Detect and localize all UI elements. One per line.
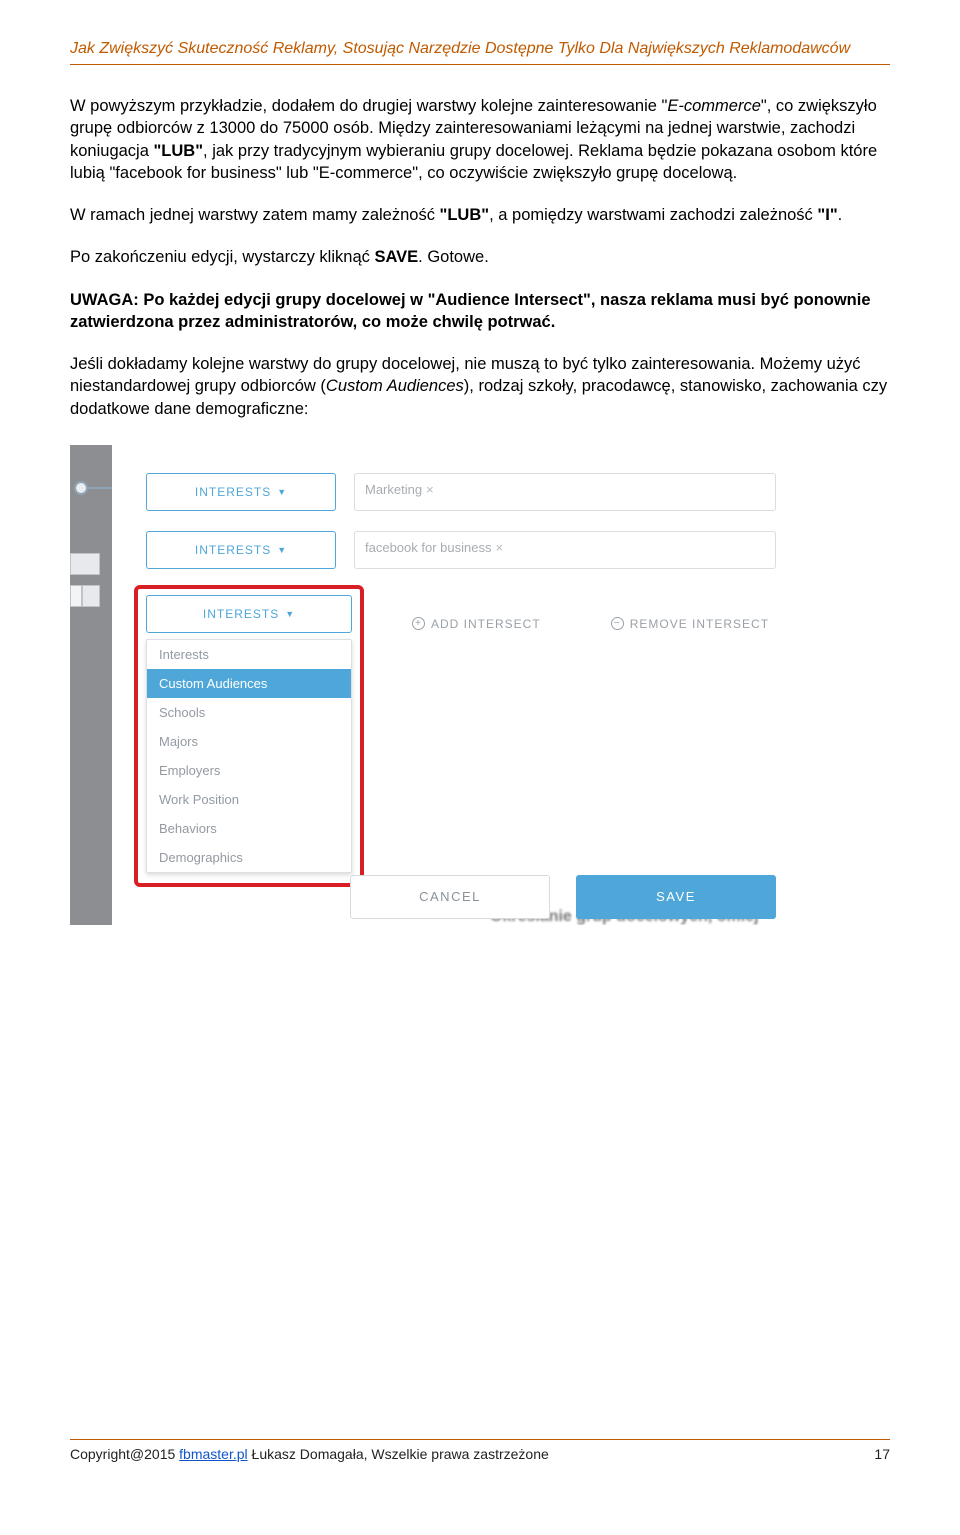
intersect-row-2: INTERESTS ▼ facebook for business × [112, 521, 810, 579]
bg-field-stub [82, 585, 100, 607]
interests-dropdown-button[interactable]: INTERESTS ▼ [146, 595, 352, 633]
interests-dropdown-button[interactable]: INTERESTS ▼ [146, 531, 336, 569]
chevron-down-icon: ▼ [277, 487, 287, 497]
body-text: W powyższym przykładzie, dodałem do drug… [70, 95, 890, 420]
dropdown-option-employers[interactable]: Employers [147, 756, 351, 785]
text: . [838, 206, 843, 224]
footer-button-row: CANCEL SAVE [112, 875, 810, 919]
text-bold: "LUB" [153, 142, 203, 160]
intersect-action-row: + ADD INTERSECT − REMOVE INTERSECT [412, 617, 769, 631]
remove-intersect-button[interactable]: − REMOVE INTERSECT [611, 617, 769, 631]
text-bold: "I" [817, 206, 837, 224]
tag-text: Marketing [365, 482, 422, 497]
button-label: REMOVE INTERSECT [630, 617, 769, 631]
bg-field-stub [70, 585, 82, 607]
tag-text: facebook for business [365, 540, 491, 555]
interests-dropdown-button[interactable]: INTERESTS ▼ [146, 473, 336, 511]
category-dropdown: Interests Custom Audiences Schools Major… [146, 639, 352, 873]
paragraph-5: Jeśli dokładamy kolejne warstwy do grupy… [70, 353, 890, 420]
dropdown-option-work-position[interactable]: Work Position [147, 785, 351, 814]
add-intersect-button[interactable]: + ADD INTERSECT [412, 617, 541, 631]
save-button[interactable]: SAVE [576, 875, 776, 919]
page-number: 17 [874, 1446, 890, 1462]
footer-link[interactable]: fbmaster.pl [179, 1446, 247, 1462]
text: Łukasz Domagała, Wszelkie prawa zastrzeż… [248, 1446, 549, 1462]
page-footer: Copyright@2015 fbmaster.pl Łukasz Domaga… [70, 1439, 890, 1462]
pill-label: INTERESTS [195, 485, 271, 499]
footer-copyright: Copyright@2015 fbmaster.pl Łukasz Domaga… [70, 1446, 549, 1462]
tag-input[interactable]: Marketing × [354, 473, 776, 511]
paragraph-2: W ramach jednej warstwy zatem mamy zależ… [70, 204, 890, 226]
intersect-row-1: INTERESTS ▼ Marketing × [112, 463, 810, 521]
dropdown-option-schools[interactable]: Schools [147, 698, 351, 727]
dropdown-option-custom-audiences[interactable]: Custom Audiences [147, 669, 351, 698]
text-italic: Custom Audiences [326, 377, 464, 395]
graph-line [88, 487, 112, 489]
bg-field-stub [70, 553, 100, 575]
text: W powyższym przykładzie, dodałem do drug… [70, 97, 667, 115]
text: Copyright@2015 [70, 1446, 179, 1462]
text-bold: SAVE [374, 248, 418, 266]
tag-input[interactable]: facebook for business × [354, 531, 776, 569]
pill-label: INTERESTS [195, 543, 271, 557]
text-bold: "LUB" [440, 206, 490, 224]
dropdown-option-interests[interactable]: Interests [147, 640, 351, 669]
minus-icon: − [611, 617, 624, 630]
paragraph-3: Po zakończeniu edycji, wystarczy kliknąć… [70, 246, 890, 268]
close-icon[interactable]: × [426, 482, 434, 497]
chevron-down-icon: ▼ [277, 545, 287, 555]
dropdown-option-behaviors[interactable]: Behaviors [147, 814, 351, 843]
dropdown-option-demographics[interactable]: Demographics [147, 843, 351, 872]
page-header: Jak Zwiększyć Skuteczność Reklamy, Stosu… [70, 40, 890, 65]
cancel-button[interactable]: CANCEL [350, 875, 550, 919]
text-italic: E-commerce [667, 97, 761, 115]
pill-label: INTERESTS [203, 607, 279, 621]
close-icon[interactable]: × [495, 540, 503, 555]
text: W ramach jednej warstwy zatem mamy zależ… [70, 206, 440, 224]
plus-icon: + [412, 617, 425, 630]
screenshot-embed: INTERESTS ▼ Marketing × INTERESTS ▼ faceb… [70, 445, 810, 925]
dropdown-option-majors[interactable]: Majors [147, 727, 351, 756]
text: . Gotowe. [418, 248, 489, 266]
intersect-panel: INTERESTS ▼ Marketing × INTERESTS ▼ faceb… [112, 445, 810, 925]
chevron-down-icon: ▼ [285, 609, 295, 619]
paragraph-1: W powyższym przykładzie, dodałem do drug… [70, 95, 890, 184]
text: , a pomiędzy warstwami zachodzi zależnoś… [489, 206, 817, 224]
text: Po zakończeniu edycji, wystarczy kliknąć [70, 248, 374, 266]
paragraph-4-warning: UWAGA: Po każdej edycji grupy docelowej … [70, 289, 890, 334]
button-label: ADD INTERSECT [431, 617, 541, 631]
graph-node-icon [74, 481, 88, 495]
highlighted-dropdown-area: INTERESTS ▼ Interests Custom Audiences S… [134, 585, 364, 887]
